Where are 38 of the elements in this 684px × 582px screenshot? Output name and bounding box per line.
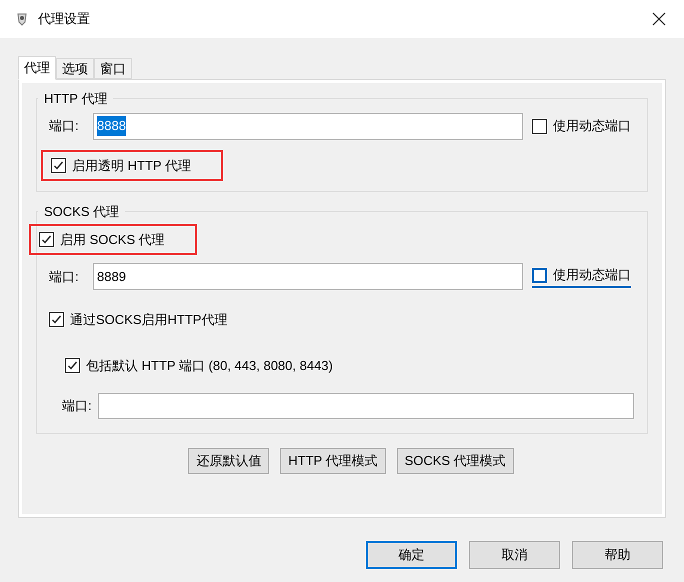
app-icon [16, 12, 28, 26]
checkbox[interactable] [532, 268, 547, 282]
tab[interactable]: 代理 [18, 56, 56, 80]
checkbox-label: 使用动态端口 [553, 117, 631, 136]
mode-button[interactable]: SOCKS 代理模式 [396, 448, 514, 474]
port-label: 端口: [49, 117, 80, 136]
checkbox[interactable] [532, 118, 547, 134]
dialog-button[interactable]: 取消 [469, 541, 560, 569]
port-field[interactable]: 8889 [93, 263, 523, 290]
tab[interactable]: 选项 [56, 58, 94, 79]
checkmark-icon [67, 360, 78, 371]
checkmark-icon [51, 314, 62, 326]
checkbox[interactable] [49, 312, 64, 328]
checkbox-label: 通过SOCKS启用HTTP代理 [70, 311, 228, 329]
mode-button[interactable]: HTTP 代理模式 [280, 448, 386, 474]
tab[interactable]: 窗口 [94, 58, 132, 79]
checkbox-label: 包括默认 HTTP 端口 (80, 443, 8080, 8443) [86, 356, 333, 375]
checkbox[interactable] [39, 232, 54, 247]
checkbox-label: 启用透明 HTTP 代理 [72, 156, 191, 174]
checkmark-icon [41, 234, 52, 245]
checkbox-label: 使用动态端口 [553, 266, 631, 284]
dialog-button[interactable]: 确定 [366, 541, 457, 569]
checkbox-label: 启用 SOCKS 代理 [60, 230, 165, 248]
group-title: HTTP 代理 [43, 90, 108, 108]
port-label: 端口: [62, 397, 92, 416]
dialog-button[interactable]: 帮助 [572, 541, 663, 569]
port-field[interactable] [98, 393, 634, 419]
checkbox[interactable] [51, 158, 66, 173]
close-icon[interactable] [652, 12, 666, 26]
checkbox[interactable] [65, 358, 80, 373]
port-label: 端口: [49, 268, 80, 286]
port-value: 8889 [97, 268, 126, 286]
checkmark-icon [53, 160, 64, 171]
port-value: 8888 [97, 116, 126, 136]
group-title: SOCKS 代理 [43, 203, 120, 221]
window-title: 代理设置 [38, 10, 90, 28]
mode-button[interactable]: 还原默认值 [188, 448, 270, 474]
port-field[interactable]: 8888 [93, 112, 523, 140]
